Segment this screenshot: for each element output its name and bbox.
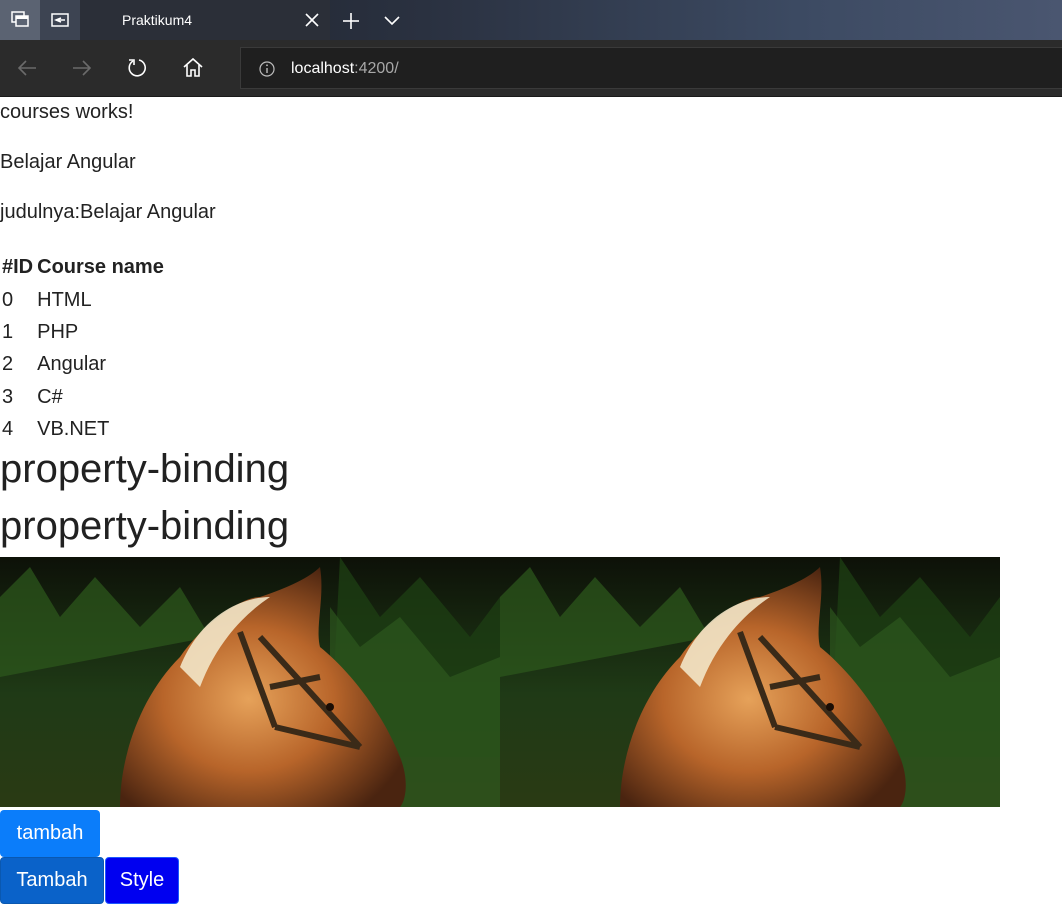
course-title-text: Belajar Angular	[0, 151, 136, 173]
tambah-button[interactable]: Tambah	[0, 857, 104, 904]
table-row: 0 HTML	[0, 283, 166, 315]
home-icon[interactable]	[181, 56, 205, 80]
course-name: C#	[37, 385, 63, 408]
close-icon[interactable]	[302, 10, 322, 30]
navigation-bar: localhost:4200/	[0, 40, 1062, 97]
back-icon[interactable]	[15, 56, 39, 80]
tab-actions-icon[interactable]	[0, 0, 40, 40]
tab-praktikum4[interactable]: Praktikum4	[80, 0, 330, 40]
course-name: VB.NET	[37, 418, 110, 441]
column-header-name: Course name	[37, 256, 164, 279]
course-id: 1	[2, 320, 14, 343]
course-id: 2	[2, 353, 14, 376]
address-port: :4200/	[354, 60, 399, 77]
course-name: HTML	[37, 288, 92, 311]
address-host: localhost	[291, 60, 355, 77]
table-row: 3 C#	[0, 381, 166, 413]
property-binding-heading-1: property-binding	[0, 447, 290, 491]
address-text: localhost:4200/	[291, 60, 399, 78]
horse-image-1	[0, 557, 500, 807]
plus-icon[interactable]	[340, 10, 362, 32]
forward-icon[interactable]	[70, 56, 94, 80]
course-id: 4	[2, 418, 14, 441]
page-content: courses works! Belajar Angular judulnya:…	[0, 97, 1062, 916]
table-header-row: #ID Course name	[0, 251, 166, 283]
style-button[interactable]: Style	[105, 857, 179, 904]
set-aside-icon[interactable]	[40, 0, 80, 40]
tambah-button-lower[interactable]: tambah	[0, 810, 100, 857]
table-row: 2 Angular	[0, 348, 166, 380]
course-id: 0	[2, 288, 14, 311]
refresh-icon[interactable]	[126, 56, 150, 80]
column-header-id: #ID	[2, 256, 34, 279]
tab-bar: Praktikum4	[0, 0, 1062, 40]
property-binding-heading-2: property-binding	[0, 504, 290, 548]
tab-title: Praktikum4	[122, 12, 193, 28]
course-name: PHP	[37, 320, 79, 343]
courses-table: #ID Course name 0 HTML 1 PHP 2 Angular 3…	[0, 251, 166, 445]
course-name: Angular	[37, 353, 107, 376]
horse-image-2	[500, 557, 1000, 807]
course-id: 3	[2, 385, 14, 408]
table-row: 1 PHP	[0, 316, 166, 348]
courses-works-text: courses works!	[0, 101, 134, 123]
table-row: 4 VB.NET	[0, 413, 166, 445]
address-bar[interactable]: localhost:4200/	[240, 47, 1062, 89]
chevron-down-icon[interactable]	[382, 12, 402, 30]
info-icon[interactable]	[258, 60, 276, 78]
judul-text: judulnya:Belajar Angular	[0, 201, 216, 223]
